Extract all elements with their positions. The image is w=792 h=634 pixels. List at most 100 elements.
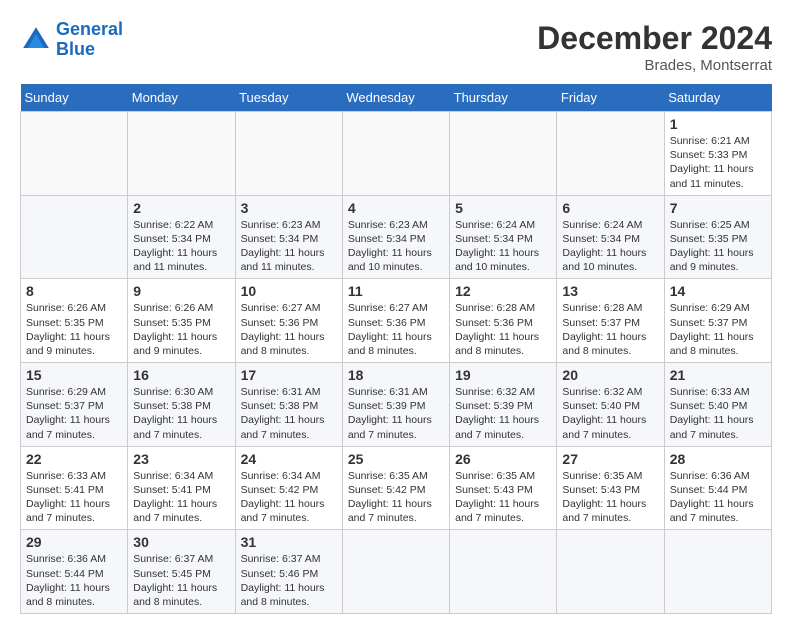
calendar-cell: 5 Sunrise: 6:24 AMSunset: 5:34 PMDaylight… — [450, 195, 557, 279]
cell-content: Sunrise: 6:31 AMSunset: 5:38 PMDaylight:… — [241, 386, 325, 441]
cell-content: Sunrise: 6:37 AMSunset: 5:46 PMDaylight:… — [241, 553, 325, 608]
cell-content: Sunrise: 6:21 AMSunset: 5:33 PMDaylight:… — [670, 135, 754, 190]
cell-content: Sunrise: 6:29 AMSunset: 5:37 PMDaylight:… — [26, 386, 110, 441]
day-number: 26 — [455, 451, 551, 467]
day-number: 14 — [670, 283, 766, 299]
cell-content: Sunrise: 6:30 AMSunset: 5:38 PMDaylight:… — [133, 386, 217, 441]
calendar-cell: 15 Sunrise: 6:29 AMSunset: 5:37 PMDayligh… — [21, 363, 128, 447]
day-number: 13 — [562, 283, 658, 299]
day-number: 16 — [133, 367, 229, 383]
day-number: 22 — [26, 451, 122, 467]
calendar-cell-empty — [664, 530, 771, 614]
cell-content: Sunrise: 6:28 AMSunset: 5:36 PMDaylight:… — [455, 302, 539, 357]
calendar-cell: 30Sunrise: 6:37 AMSunset: 5:45 PMDayligh… — [128, 530, 235, 614]
logo-text: General Blue — [56, 20, 123, 60]
calendar-cell-empty — [235, 112, 342, 196]
day-number: 4 — [348, 200, 444, 216]
calendar-cell: 12Sunrise: 6:28 AMSunset: 5:36 PMDayligh… — [450, 279, 557, 363]
calendar-cell: 18 Sunrise: 6:31 AMSunset: 5:39 PMDayligh… — [342, 363, 449, 447]
cell-content: Sunrise: 6:35 AMSunset: 5:43 PMDaylight:… — [562, 470, 646, 525]
calendar-cell: 28Sunrise: 6:36 AMSunset: 5:44 PMDayligh… — [664, 446, 771, 530]
calendar-cell-empty — [557, 530, 664, 614]
logo-line2: Blue — [56, 39, 95, 59]
cell-content: Sunrise: 6:33 AMSunset: 5:40 PMDaylight:… — [670, 386, 754, 441]
calendar-row: 29Sunrise: 6:36 AMSunset: 5:44 PMDayligh… — [21, 530, 772, 614]
calendar-cell: 14 Sunrise: 6:29 AMSunset: 5:37 PMDayligh… — [664, 279, 771, 363]
calendar-cell-empty — [557, 112, 664, 196]
cell-content: Sunrise: 6:29 AMSunset: 5:37 PMDaylight:… — [670, 302, 754, 357]
day-number: 17 — [241, 367, 337, 383]
day-number: 15 — [26, 367, 122, 383]
calendar-cell-empty — [450, 530, 557, 614]
day-number: 8 — [26, 283, 122, 299]
calendar-cell: 4 Sunrise: 6:23 AMSunset: 5:34 PMDaylight… — [342, 195, 449, 279]
calendar-cell: 6Sunrise: 6:24 AMSunset: 5:34 PMDaylight… — [557, 195, 664, 279]
logo-line1: General — [56, 19, 123, 39]
logo: General Blue — [20, 20, 123, 60]
calendar-cell: 11Sunrise: 6:27 AMSunset: 5:36 PMDayligh… — [342, 279, 449, 363]
cell-content: Sunrise: 6:32 AMSunset: 5:40 PMDaylight:… — [562, 386, 646, 441]
day-number: 7 — [670, 200, 766, 216]
title-block: December 2024 Brades, Montserrat — [537, 20, 772, 74]
calendar-cell: 7Sunrise: 6:25 AMSunset: 5:35 PMDaylight… — [664, 195, 771, 279]
calendar-row: 8 Sunrise: 6:26 AMSunset: 5:35 PMDaylight… — [21, 279, 772, 363]
calendar-cell: 26 Sunrise: 6:35 AMSunset: 5:43 PMDayligh… — [450, 446, 557, 530]
day-number: 1 — [670, 116, 766, 132]
day-number: 31 — [241, 534, 337, 550]
cell-content: Sunrise: 6:35 AMSunset: 5:42 PMDaylight:… — [348, 470, 432, 525]
calendar-cell: 10Sunrise: 6:27 AMSunset: 5:36 PMDayligh… — [235, 279, 342, 363]
cell-content: Sunrise: 6:22 AMSunset: 5:34 PMDaylight:… — [133, 219, 217, 274]
cell-content: Sunrise: 6:35 AMSunset: 5:43 PMDaylight:… — [455, 470, 539, 525]
cell-content: Sunrise: 6:31 AMSunset: 5:39 PMDaylight:… — [348, 386, 432, 441]
cell-content: Sunrise: 6:26 AMSunset: 5:35 PMDaylight:… — [26, 302, 110, 357]
day-number: 29 — [26, 534, 122, 550]
day-number: 21 — [670, 367, 766, 383]
cell-content: Sunrise: 6:28 AMSunset: 5:37 PMDaylight:… — [562, 302, 646, 357]
day-header-sunday: Sunday — [21, 84, 128, 112]
cell-content: Sunrise: 6:23 AMSunset: 5:34 PMDaylight:… — [348, 219, 432, 274]
day-header-wednesday: Wednesday — [342, 84, 449, 112]
calendar-header-row: SundayMondayTuesdayWednesdayThursdayFrid… — [21, 84, 772, 112]
day-number: 24 — [241, 451, 337, 467]
cell-content: Sunrise: 6:33 AMSunset: 5:41 PMDaylight:… — [26, 470, 110, 525]
day-header-tuesday: Tuesday — [235, 84, 342, 112]
calendar-row: 1 Sunrise: 6:21 AMSunset: 5:33 PMDaylight… — [21, 112, 772, 196]
location: Brades, Montserrat — [537, 57, 772, 74]
day-number: 25 — [348, 451, 444, 467]
calendar-cell-empty — [450, 112, 557, 196]
calendar-cell-empty — [128, 112, 235, 196]
cell-content: Sunrise: 6:27 AMSunset: 5:36 PMDaylight:… — [348, 302, 432, 357]
calendar-cell: 24 Sunrise: 6:34 AMSunset: 5:42 PMDayligh… — [235, 446, 342, 530]
cell-content: Sunrise: 6:34 AMSunset: 5:42 PMDaylight:… — [241, 470, 325, 525]
page-header: General Blue December 2024 Brades, Monts… — [20, 20, 772, 74]
cell-content: Sunrise: 6:24 AMSunset: 5:34 PMDaylight:… — [455, 219, 539, 274]
cell-content: Sunrise: 6:23 AMSunset: 5:34 PMDaylight:… — [241, 219, 325, 274]
calendar-cell: 25 Sunrise: 6:35 AMSunset: 5:42 PMDayligh… — [342, 446, 449, 530]
calendar-cell: 16 Sunrise: 6:30 AMSunset: 5:38 PMDayligh… — [128, 363, 235, 447]
cell-content: Sunrise: 6:34 AMSunset: 5:41 PMDaylight:… — [133, 470, 217, 525]
month-title: December 2024 — [537, 20, 772, 57]
calendar-cell: 31 Sunrise: 6:37 AMSunset: 5:46 PMDayligh… — [235, 530, 342, 614]
day-number: 23 — [133, 451, 229, 467]
day-number: 18 — [348, 367, 444, 383]
calendar-cell-empty — [342, 112, 449, 196]
calendar-table: SundayMondayTuesdayWednesdayThursdayFrid… — [20, 84, 772, 614]
day-number: 28 — [670, 451, 766, 467]
day-number: 3 — [241, 200, 337, 216]
day-number: 10 — [241, 283, 337, 299]
day-header-friday: Friday — [557, 84, 664, 112]
calendar-cell: 19Sunrise: 6:32 AMSunset: 5:39 PMDayligh… — [450, 363, 557, 447]
day-number: 9 — [133, 283, 229, 299]
calendar-row: 22 Sunrise: 6:33 AMSunset: 5:41 PMDayligh… — [21, 446, 772, 530]
day-number: 5 — [455, 200, 551, 216]
cell-content: Sunrise: 6:37 AMSunset: 5:45 PMDaylight:… — [133, 553, 217, 608]
cell-content: Sunrise: 6:32 AMSunset: 5:39 PMDaylight:… — [455, 386, 539, 441]
calendar-cell: 8 Sunrise: 6:26 AMSunset: 5:35 PMDaylight… — [21, 279, 128, 363]
calendar-cell: 20Sunrise: 6:32 AMSunset: 5:40 PMDayligh… — [557, 363, 664, 447]
calendar-cell-empty — [342, 530, 449, 614]
calendar-cell-empty — [21, 112, 128, 196]
cell-content: Sunrise: 6:24 AMSunset: 5:34 PMDaylight:… — [562, 219, 646, 274]
day-header-monday: Monday — [128, 84, 235, 112]
calendar-cell: 23 Sunrise: 6:34 AMSunset: 5:41 PMDayligh… — [128, 446, 235, 530]
calendar-row: 2Sunrise: 6:22 AMSunset: 5:34 PMDaylight… — [21, 195, 772, 279]
